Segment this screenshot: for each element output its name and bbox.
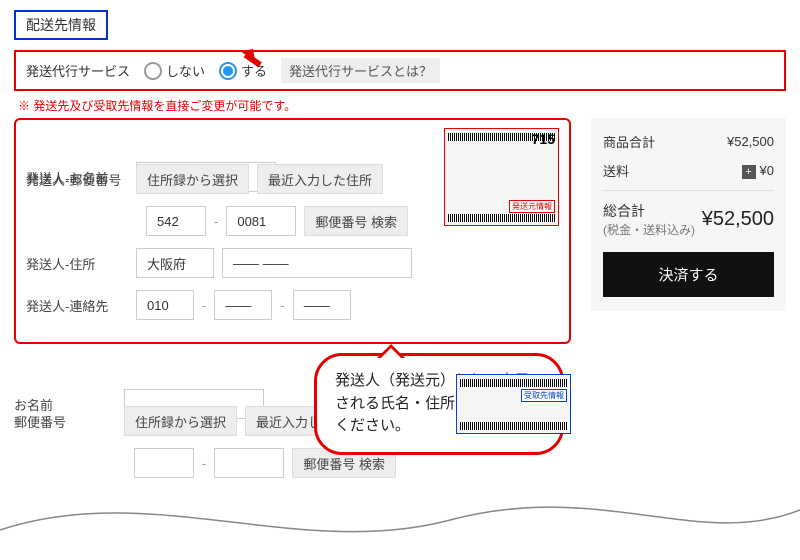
addrbook-button[interactable]: 住所録から選択 (136, 164, 249, 194)
recv-zip1-input[interactable] (134, 448, 194, 478)
tel2-input[interactable]: —— (214, 290, 272, 320)
sender-addr-label: 発送人-住所 (26, 254, 136, 273)
zip-search-button[interactable]: 郵便番号 検索 (304, 206, 408, 236)
radio-no[interactable]: しない (144, 61, 205, 80)
recv-zip-label: 郵便番号 (14, 412, 124, 431)
total-sublabel: (税金・送料込み) (603, 223, 695, 237)
slip-sender-badge: 発送元情報 (509, 200, 555, 213)
sender-block: 発送人-お名前 — — 715 発送元情報 発送人-郵便番号 (14, 118, 571, 344)
sender-zip-label: 発送人-郵便番号 (26, 170, 136, 189)
recent-addr-button[interactable]: 最近入力した住所 (257, 164, 383, 194)
radio-circle-icon (144, 62, 162, 80)
zip2-input[interactable] (226, 206, 296, 236)
tel1-input[interactable] (136, 290, 194, 320)
daikou-service-row: 発送代行サービス しない する 発送代行サービスとは？ (14, 50, 786, 91)
total-label: 総合計 (603, 201, 695, 221)
order-summary: 商品合計 ¥52,500 送料 +¥0 総合計 (税金・送料込み) ¥52,50… (591, 118, 786, 311)
service-help-link[interactable]: 発送代行サービスとは？ (281, 58, 440, 83)
total-value: ¥52,500 (702, 208, 774, 231)
ship-label: 送料 (603, 161, 629, 180)
tel-dash: - (202, 298, 206, 313)
radio-no-label: しない (166, 61, 205, 80)
addr-rest-input[interactable]: —— —— (222, 248, 412, 278)
shipping-slip-receiver: 受取先情報 (456, 374, 571, 434)
tel-dash: - (280, 298, 284, 313)
slip-number: 715 (532, 131, 555, 147)
subtotal-label: 商品合計 (603, 132, 655, 151)
zip-dash: - (202, 456, 206, 471)
cutoff-curve-icon (0, 490, 800, 560)
plus-icon: + (742, 165, 756, 179)
slip-receiver-badge: 受取先情報 (521, 389, 567, 402)
direct-edit-notice: ※ 発送先及び受取先情報を直接ご変更が可能です。 (18, 97, 786, 114)
service-label: 発送代行サービス (26, 61, 130, 80)
zip-dash: - (214, 214, 218, 229)
shipping-slip-sender: 715 発送元情報 (444, 128, 559, 226)
tel3-input[interactable]: —— (293, 290, 351, 320)
ship-value: +¥0 (742, 163, 774, 179)
radio-circle-icon (219, 62, 237, 80)
shipping-info-title: 配送先情報 (14, 10, 108, 40)
sender-tel-label: 発送人-連絡先 (26, 296, 136, 315)
zip1-input[interactable] (146, 206, 206, 236)
addrbook-button[interactable]: 住所録から選択 (124, 406, 237, 436)
recv-zip2-input[interactable] (214, 448, 284, 478)
pref-input[interactable] (136, 248, 214, 278)
subtotal-value: ¥52,500 (727, 134, 774, 149)
checkout-button[interactable]: 決済する (603, 252, 774, 297)
